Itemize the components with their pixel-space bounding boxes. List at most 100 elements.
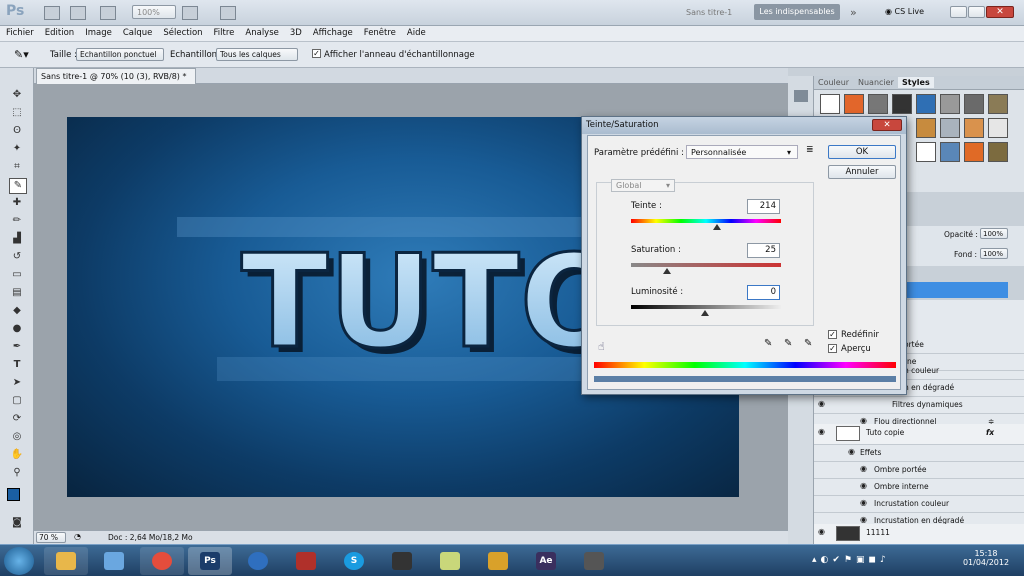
lasso-tool-icon[interactable]: ʘ — [9, 124, 25, 138]
sampling-ring-checkbox[interactable]: ✓ — [312, 49, 321, 58]
close-button[interactable]: ✕ — [986, 6, 1014, 18]
menu-analyse[interactable]: Analyse — [239, 26, 283, 38]
layer-effect-row[interactable]: ◉ Ombre portée — [814, 461, 1024, 479]
taskbar-app[interactable] — [236, 547, 280, 575]
eyedropper-icon[interactable]: ✎ — [764, 338, 772, 349]
tab-styles[interactable]: Styles — [898, 77, 934, 88]
marquee-tool-icon[interactable]: ⬚ — [9, 106, 25, 120]
tab-nuancier[interactable]: Nuancier — [858, 78, 894, 87]
taskbar-app[interactable] — [476, 547, 520, 575]
taskbar-app[interactable] — [284, 547, 328, 575]
zoom-tool-icon[interactable]: ⚲ — [9, 466, 25, 480]
taskbar-app[interactable] — [380, 547, 424, 575]
style-swatch[interactable] — [868, 94, 888, 114]
workspace-switcher[interactable]: Les indispensables — [754, 4, 840, 20]
style-swatch[interactable] — [964, 94, 984, 114]
menu-fichier[interactable]: Fichier — [0, 26, 39, 38]
eye-icon[interactable]: ◉ — [860, 516, 869, 524]
style-swatch[interactable] — [916, 118, 936, 138]
maximize-button[interactable] — [968, 6, 985, 18]
taskbar-app[interactable] — [92, 547, 136, 575]
size-select[interactable]: Echantillon ponctuel — [76, 48, 164, 61]
clock[interactable]: 15:18 01/04/2012 — [958, 549, 1014, 567]
taskbar-app[interactable] — [572, 547, 616, 575]
menu-affichage[interactable]: Affichage — [307, 26, 358, 38]
style-swatch[interactable] — [844, 94, 864, 114]
eyedropper-tool-icon[interactable]: ✎ — [9, 178, 27, 194]
sample-select[interactable]: Tous les calques — [216, 48, 298, 61]
saturation-value-field[interactable]: 25 — [747, 243, 780, 258]
hue-slider-track[interactable] — [631, 219, 781, 223]
screen-mode-icon[interactable] — [220, 6, 236, 22]
document-tab[interactable]: Sans titre-1 @ 70% (10 (3), RVB/8) * ✕ — [36, 68, 196, 96]
tab-couleur[interactable]: Couleur — [818, 78, 849, 87]
dialog-close-button[interactable]: ✕ — [872, 119, 902, 131]
path-select-icon[interactable]: ➤ — [9, 376, 25, 390]
fill-field[interactable]: 100% — [980, 248, 1008, 259]
zoom-combo[interactable]: 100% — [132, 5, 176, 19]
layer-effect-row[interactable]: ◉ Incrustation couleur — [814, 495, 1024, 513]
3d-rotate-icon[interactable]: ⟳ — [9, 412, 25, 426]
style-swatch[interactable] — [964, 142, 984, 162]
info-icon[interactable]: ◔ — [74, 532, 81, 541]
preset-select[interactable]: Personnalisée ▾ — [686, 145, 798, 159]
preview-checkbox[interactable]: ✓ — [828, 344, 837, 353]
channel-select[interactable]: Global ▾ — [611, 179, 675, 192]
history-brush-icon[interactable]: ↺ — [9, 250, 25, 264]
colorize-checkbox[interactable]: ✓ — [828, 330, 837, 339]
opacity-field[interactable]: 100% — [980, 228, 1008, 239]
lightness-value-field[interactable]: 0 — [747, 285, 780, 300]
layer-effects-group[interactable]: ◉ Effets — [814, 444, 1024, 462]
taskbar-app-photoshop[interactable]: Ps — [188, 547, 232, 575]
eraser-tool-icon[interactable]: ▭ — [9, 268, 25, 282]
taskbar-app[interactable]: S — [332, 547, 376, 575]
layer-effect-row[interactable]: ◉ Ombre interne — [814, 478, 1024, 496]
eye-icon[interactable]: ◉ — [818, 428, 827, 436]
target-adjust-icon[interactable]: ☝ — [598, 340, 605, 353]
eye-icon[interactable]: ◉ — [818, 528, 827, 536]
taskbar-app-after-effects[interactable]: Ae — [524, 547, 568, 575]
preset-options-icon[interactable]: ≣ — [806, 145, 814, 155]
cs-live-button[interactable]: ◉ CS Live — [885, 7, 924, 16]
menu-selection[interactable]: Sélection — [157, 26, 207, 38]
gradient-tool-icon[interactable]: ▤ — [9, 286, 25, 300]
zoom-level-field[interactable]: 70 % — [36, 532, 66, 543]
view-extras-icon[interactable] — [100, 6, 116, 22]
taskbar-app[interactable] — [44, 547, 88, 575]
style-swatch[interactable] — [916, 142, 936, 162]
layer-row-11111[interactable]: ◉ 11111 — [814, 524, 1024, 545]
minimize-button[interactable] — [950, 6, 967, 18]
lightness-slider-track[interactable] — [631, 305, 781, 309]
layer-effect-row[interactable]: ◉ Filtres dynamiques — [814, 396, 1024, 414]
pen-tool-icon[interactable]: ✒ — [9, 340, 25, 354]
menu-aide[interactable]: Aide — [401, 26, 431, 38]
cancel-button[interactable]: Annuler — [828, 165, 896, 179]
menu-calque[interactable]: Calque — [117, 26, 158, 38]
quick-select-tool-icon[interactable]: ✦ — [9, 142, 25, 156]
layer-row-tuto-copie[interactable]: ◉ Tuto copie fx — [814, 424, 1024, 445]
dialog-titlebar[interactable]: Teinte/Saturation ✕ — [582, 117, 906, 134]
quick-mask-icon[interactable]: ◙ — [9, 516, 25, 530]
taskbar-app[interactable] — [140, 547, 184, 575]
hue-slider-thumb[interactable] — [713, 224, 721, 230]
eyedropper-minus-icon[interactable]: ✎ — [804, 338, 812, 349]
healing-tool-icon[interactable]: ✚ — [9, 196, 25, 210]
menu-edition[interactable]: Edition — [39, 26, 79, 38]
style-swatch[interactable] — [988, 94, 1008, 114]
lightness-slider-thumb[interactable] — [701, 310, 709, 316]
fx-icon[interactable]: fx — [986, 424, 994, 441]
saturation-slider-track[interactable] — [631, 263, 781, 267]
style-swatch[interactable] — [940, 118, 960, 138]
dodge-tool-icon[interactable]: ● — [9, 322, 25, 336]
histogram-icon[interactable] — [794, 90, 808, 102]
arrange-documents-icon[interactable] — [182, 6, 198, 22]
style-swatch[interactable] — [940, 94, 960, 114]
workspace-doc-label[interactable]: Sans titre-1 — [686, 8, 732, 17]
style-none[interactable] — [820, 94, 840, 114]
menu-fenetre[interactable]: Fenêtre — [358, 26, 401, 38]
start-button[interactable] — [4, 547, 34, 575]
style-swatch[interactable] — [940, 142, 960, 162]
system-tray-icons[interactable]: ▴◐✔⚑▣◼♪ — [812, 555, 890, 565]
style-swatch[interactable] — [988, 142, 1008, 162]
foreground-color-swatch[interactable] — [7, 488, 20, 501]
